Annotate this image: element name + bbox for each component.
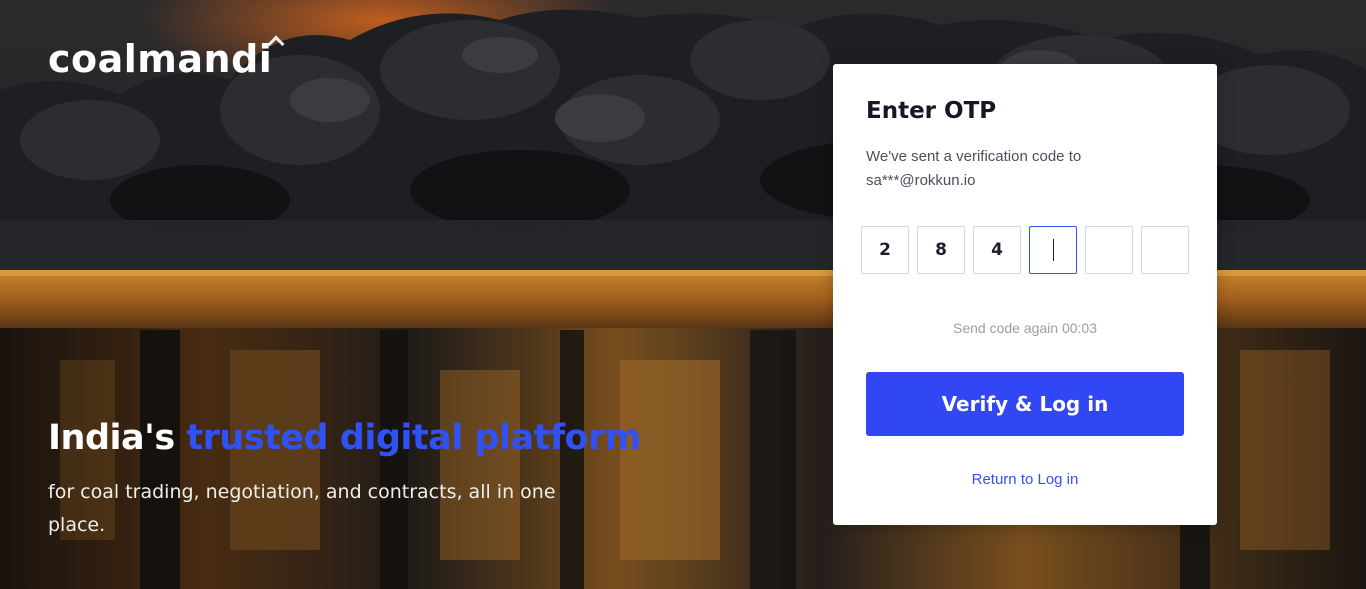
otp-digit-1[interactable]: 2 [861,226,909,274]
hero-headline: India's trusted digital platform [48,414,641,462]
otp-card-title: Enter OTP [866,98,997,124]
resend-code-timer: Send code again 00:03 [952,320,1097,336]
otp-digit-3[interactable]: 4 [973,226,1021,274]
otp-card-subtitle: We've sent a verification code to sa***@… [866,145,1166,193]
hero-headline-lead: India's [48,418,187,458]
otp-digit-4[interactable] [1029,226,1077,274]
verify-login-button[interactable]: Verify & Log in [866,372,1184,436]
otp-subtitle-text: We've sent a verification code to [866,148,1082,165]
hero-headline-highlight: trusted digital platform [186,418,641,458]
otp-digit-2[interactable]: 8 [917,226,965,274]
hero-subtext: for coal trading, negotiation, and contr… [48,481,556,536]
otp-card: Enter OTP We've sent a verification code… [833,64,1217,525]
brand-logo[interactable]: coalmandi [48,35,285,81]
login-page: coalmandi India's trusted digital platfo… [0,0,1366,589]
otp-digit-5[interactable] [1085,226,1133,274]
otp-input-group: 2 8 4 [861,226,1189,274]
hero-section: India's trusted digital platform for coa… [48,414,641,542]
brand-logo-text: coalmandi [48,37,273,81]
otp-digit-6[interactable] [1141,226,1189,274]
return-to-login-link[interactable]: Return to Log in [833,471,1217,488]
text-cursor-icon [1052,239,1054,261]
otp-email: sa***@rokkun.io [866,172,976,189]
